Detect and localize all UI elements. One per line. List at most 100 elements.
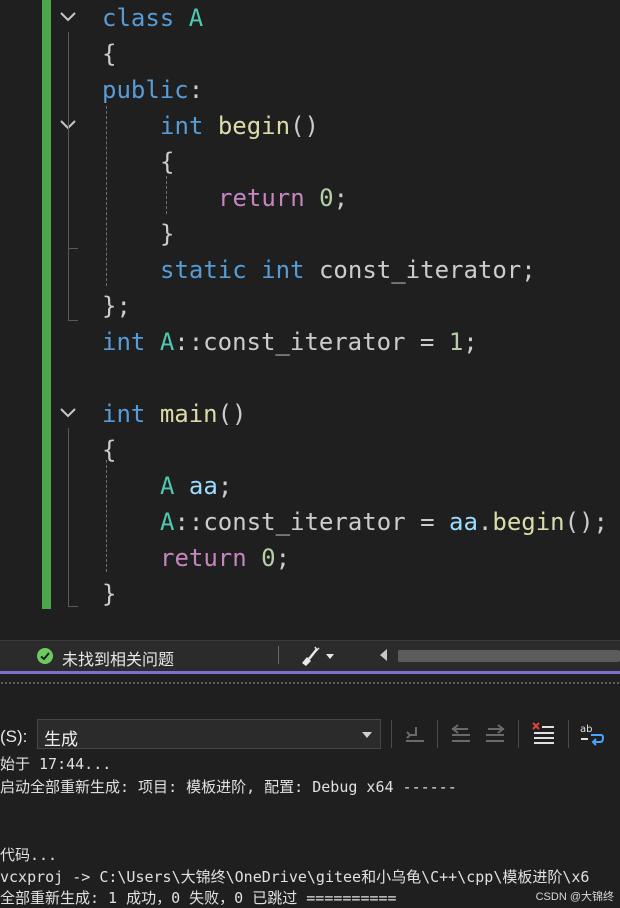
punct-token: () <box>290 112 319 140</box>
brace-token: { <box>102 40 117 68</box>
keyword-token: int <box>102 400 146 428</box>
punct-token: ; <box>333 184 349 212</box>
keyword-token: return <box>160 544 247 572</box>
brace-token: } <box>160 220 175 248</box>
punct-token: ; <box>593 508 608 536</box>
toolbar-divider <box>391 720 392 748</box>
code-line-3[interactable]: public: <box>102 72 203 108</box>
identifier-token: const_iterator <box>203 508 406 536</box>
operator-token: = <box>405 328 449 356</box>
output-line: 代码... <box>0 846 58 864</box>
function-token: begin <box>492 508 565 536</box>
number-token: 1 <box>448 328 464 356</box>
horizontal-scrollbar-thumb[interactable] <box>398 650 620 662</box>
identifier-token: const_iterator <box>318 256 522 284</box>
output-source-select[interactable]: 生成 <box>37 719 381 749</box>
code-line-13[interactable]: { <box>102 432 116 468</box>
indent-guide <box>106 106 107 286</box>
punct-token: :: <box>174 508 204 536</box>
svg-text:ab: ab <box>580 724 592 735</box>
punct-token: ; <box>275 544 291 572</box>
code-line-6[interactable]: return 0; <box>218 180 348 216</box>
code-cleanup-button[interactable] <box>298 645 342 667</box>
chevron-down-icon <box>362 732 372 738</box>
output-source-label: (S): <box>0 727 28 746</box>
punct-token: () <box>217 400 247 428</box>
punct-token: :: <box>174 328 204 356</box>
keyword-token: class <box>102 4 175 32</box>
toolbar-divider <box>518 720 519 748</box>
go-to-previous-icon[interactable] <box>402 721 428 747</box>
check-circle-icon <box>37 648 53 664</box>
outline-guide-end <box>68 248 78 249</box>
drag-grip[interactable] <box>0 681 620 685</box>
indent-guide <box>106 460 107 572</box>
punct-token: () <box>564 508 594 536</box>
keyword-token: static <box>160 256 247 284</box>
code-editor[interactable]: class A { public: int begin() { return 0… <box>0 0 620 640</box>
code-line-8[interactable]: static int const_iterator; <box>160 252 536 288</box>
punct-token: ; <box>521 256 536 284</box>
keyword-token: int <box>261 256 305 284</box>
brush-icon <box>302 646 334 666</box>
punct-token: : <box>188 76 204 104</box>
type-token: A <box>160 508 175 536</box>
editor-status-strip: 未找到相关问题 <box>0 640 620 671</box>
code-line-5[interactable]: { <box>160 144 174 180</box>
code-line-7[interactable]: } <box>160 216 174 252</box>
code-line-2[interactable]: { <box>102 36 116 72</box>
function-token: main <box>159 400 218 428</box>
keyword-token: return <box>218 184 305 212</box>
find-next-icon[interactable] <box>482 721 508 747</box>
keyword-token: public <box>102 76 189 104</box>
code-line-4[interactable]: int begin() <box>160 108 319 144</box>
keyword-token: int <box>160 112 204 140</box>
punct-token: ; <box>463 328 478 356</box>
chevron-down-icon <box>326 654 334 659</box>
toolbar-divider <box>437 720 438 748</box>
outline-guide-end <box>68 320 78 321</box>
output-line: vcxproj -> C:\Users\大锦终\OneDrive\gitee和小… <box>0 868 590 886</box>
outline-guide-end <box>68 606 78 607</box>
outline-guide <box>68 140 69 248</box>
find-previous-icon[interactable] <box>448 721 474 747</box>
brace-token: } <box>102 580 117 608</box>
toolbar-divider <box>568 720 569 748</box>
brace-token: { <box>160 148 175 176</box>
code-line-16[interactable]: return 0; <box>160 540 290 576</box>
panel-accent-line <box>0 671 620 674</box>
brace-token: }; <box>102 292 131 320</box>
type-token: A <box>159 328 175 356</box>
output-line: 全部重新生成: 1 成功，0 失败，0 已跳过 ========== <box>0 889 397 907</box>
output-line: 始于 17:44... <box>0 755 112 773</box>
function-token: begin <box>217 112 291 140</box>
variable-token: aa <box>188 472 218 500</box>
keyword-token: int <box>102 328 146 356</box>
output-panel: (S): 生成 ab 始于 17:44... 启动全部重新生成: 项目: 模板进… <box>0 688 620 908</box>
output-source-value: 生成 <box>44 730 78 749</box>
brace-token: { <box>102 436 117 464</box>
outline-guide <box>68 428 69 606</box>
scroll-left-icon[interactable] <box>378 647 390 663</box>
number-token: 0 <box>261 544 276 572</box>
clear-all-icon[interactable] <box>530 721 556 747</box>
code-line-1[interactable]: class A <box>102 0 203 36</box>
fold-chevron-icon[interactable] <box>58 7 78 27</box>
variable-token: aa <box>449 508 478 536</box>
type-token: A <box>160 472 175 500</box>
punct-token: ; <box>217 472 233 500</box>
code-line-10[interactable]: int A::const_iterator = 1; <box>102 324 478 360</box>
word-wrap-icon[interactable]: ab <box>579 721 605 747</box>
code-line-15[interactable]: A::const_iterator = aa.begin(); <box>160 504 608 540</box>
watermark: CSDN @大锦终 <box>535 891 614 903</box>
punct-token: . <box>477 508 493 536</box>
number-token: 0 <box>319 184 334 212</box>
panel-splitter[interactable] <box>0 671 620 688</box>
type-token: A <box>188 4 204 32</box>
code-line-9[interactable]: }; <box>102 288 131 324</box>
code-line-12[interactable]: int main() <box>102 396 247 432</box>
code-line-14[interactable]: A aa; <box>160 468 232 504</box>
code-line-17[interactable]: } <box>102 576 116 612</box>
fold-chevron-icon[interactable] <box>58 403 78 423</box>
issues-status-text[interactable]: 未找到相关问题 <box>62 646 174 670</box>
